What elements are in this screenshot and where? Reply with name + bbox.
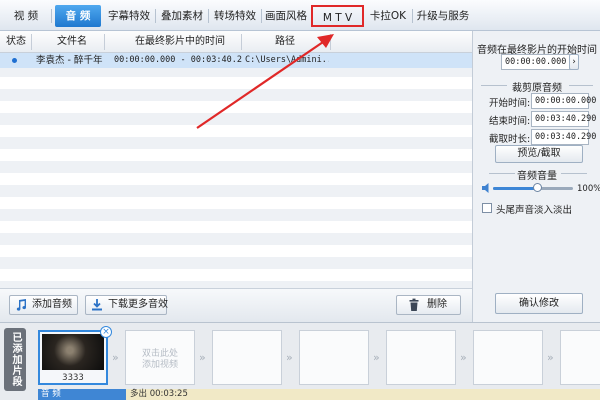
- chevron-right-icon: »: [373, 351, 380, 364]
- tab-karaoke[interactable]: 卡拉OK: [366, 5, 410, 27]
- preview-crop-button[interactable]: 预览/截取: [495, 145, 583, 163]
- start-in-movie-field[interactable]: 00:00:00.000: [501, 54, 571, 70]
- empty-clip-slot[interactable]: [560, 330, 600, 385]
- chevron-right-icon: »: [547, 351, 554, 364]
- tab-picture-style[interactable]: 画面风格: [262, 5, 310, 27]
- divider: [569, 85, 593, 86]
- tab-upgrade-service[interactable]: 升级与服务: [414, 5, 472, 27]
- clip-name: 3333: [62, 373, 84, 383]
- volume-percentage: 100%: [577, 184, 600, 194]
- audio-track-label: 音 频: [38, 389, 126, 400]
- trash-icon: [409, 298, 419, 311]
- volume-slider[interactable]: [493, 183, 573, 192]
- tab-separator: [208, 9, 209, 23]
- tab-separator: [51, 9, 52, 23]
- column-divider: [241, 34, 242, 50]
- column-status[interactable]: 状态: [6, 31, 26, 53]
- audio-toolbar: 添加音频 下载更多音效 删除: [0, 288, 472, 322]
- delete-label: 删除: [427, 299, 447, 310]
- main-tab-bar: 视 频 音 频 字幕特效 叠加素材 转场特效 画面风格 M T V 卡拉OK 升…: [0, 0, 600, 31]
- add-audio-label: 添加音频: [32, 299, 72, 310]
- speaker-icon[interactable]: [481, 182, 493, 194]
- fade-in-out-label: 头尾声音淡入淡出: [496, 205, 573, 216]
- column-divider: [104, 34, 105, 50]
- row-path: C:\Users\Admini...: [245, 55, 329, 65]
- confirm-changes-button[interactable]: 确认修改: [495, 293, 583, 314]
- duration-field[interactable]: 00:03:40.290: [531, 129, 596, 145]
- column-time-in-movie[interactable]: 在最终影片中的时间: [135, 31, 225, 53]
- divider: [561, 173, 587, 174]
- start-time-label: 开始时间:: [489, 98, 531, 109]
- start-time-field[interactable]: 00:00:00.000: [531, 93, 596, 109]
- column-filename[interactable]: 文件名: [57, 31, 87, 53]
- tab-audio[interactable]: 音 频: [55, 5, 101, 27]
- volume-slider-thumb[interactable]: [532, 183, 542, 192]
- end-time-label: 结束时间:: [489, 116, 531, 127]
- crop-audio-title: 裁剪原音频: [512, 83, 562, 94]
- clip-thumbnail: [42, 334, 104, 370]
- tab-separator: [412, 9, 413, 23]
- audio-table-body: 李袁杰 - 醉千年 00:00:00.000 - 00:03:40.290 C:…: [0, 53, 472, 288]
- close-icon[interactable]: ×: [100, 326, 112, 338]
- tab-video[interactable]: 视 频: [6, 5, 46, 27]
- timeline-clip[interactable]: 3333 ×: [38, 326, 112, 385]
- download-more-effects-button[interactable]: 下载更多音效: [85, 295, 168, 315]
- row-time: 00:00:00.000 - 00:03:40.290: [114, 55, 242, 65]
- music-note-icon: [16, 299, 27, 311]
- chevron-right-icon: »: [286, 351, 293, 364]
- tab-mtv[interactable]: M T V: [311, 5, 364, 27]
- empty-clip-slot[interactable]: [386, 330, 456, 385]
- empty-clip-slot[interactable]: [473, 330, 543, 385]
- row-filename: 李袁杰 - 醉千年: [36, 55, 103, 66]
- audio-table-header: 状态 文件名 在最终影片中的时间 路径: [0, 31, 472, 53]
- tab-subtitle-effects[interactable]: 字幕特效: [104, 5, 154, 27]
- tab-overlay-materials[interactable]: 叠加素材: [157, 5, 207, 27]
- table-row[interactable]: 李袁杰 - 醉千年 00:00:00.000 - 00:03:40.290 C:…: [0, 53, 472, 68]
- status-indicator: [12, 58, 17, 63]
- tab-separator: [155, 9, 156, 23]
- audio-settings-panel: 音频在最终影片的开始时间 00:00:00.000 › 裁剪原音频 开始时间: …: [472, 31, 600, 322]
- volume-slider-fill: [493, 187, 537, 190]
- empty-clip-slot[interactable]: [212, 330, 282, 385]
- chevron-right-icon: »: [460, 351, 467, 364]
- add-video-hint-line1: 双击此处: [141, 349, 178, 359]
- tab-transition-effects[interactable]: 转场特效: [210, 5, 260, 27]
- chevron-right-icon[interactable]: ›: [569, 54, 579, 70]
- added-clips-tag: 已添加片段: [4, 328, 26, 391]
- download-more-label: 下载更多音效: [108, 299, 168, 310]
- end-time-field[interactable]: 00:03:40.290: [531, 111, 596, 127]
- add-video-hint-line2: 添加视频: [141, 360, 178, 370]
- fade-in-out-checkbox[interactable]: [482, 203, 492, 213]
- audio-overflow-info: 多出 00:03:25: [130, 389, 188, 399]
- volume-title: 音频音量: [517, 171, 557, 182]
- download-icon: [92, 299, 102, 311]
- column-divider: [31, 34, 32, 50]
- column-divider: [330, 34, 331, 50]
- add-video-hint: 双击此处 添加视频: [126, 349, 194, 371]
- empty-clip-slot[interactable]: [299, 330, 369, 385]
- chevron-right-icon: »: [112, 351, 119, 364]
- duration-label: 截取时长:: [489, 134, 531, 145]
- chevron-right-icon: »: [199, 351, 206, 364]
- column-path[interactable]: 路径: [275, 31, 295, 53]
- empty-clip-slot[interactable]: 双击此处 添加视频: [125, 330, 195, 385]
- add-audio-button[interactable]: 添加音频: [9, 295, 78, 315]
- delete-button[interactable]: 删除: [396, 295, 461, 315]
